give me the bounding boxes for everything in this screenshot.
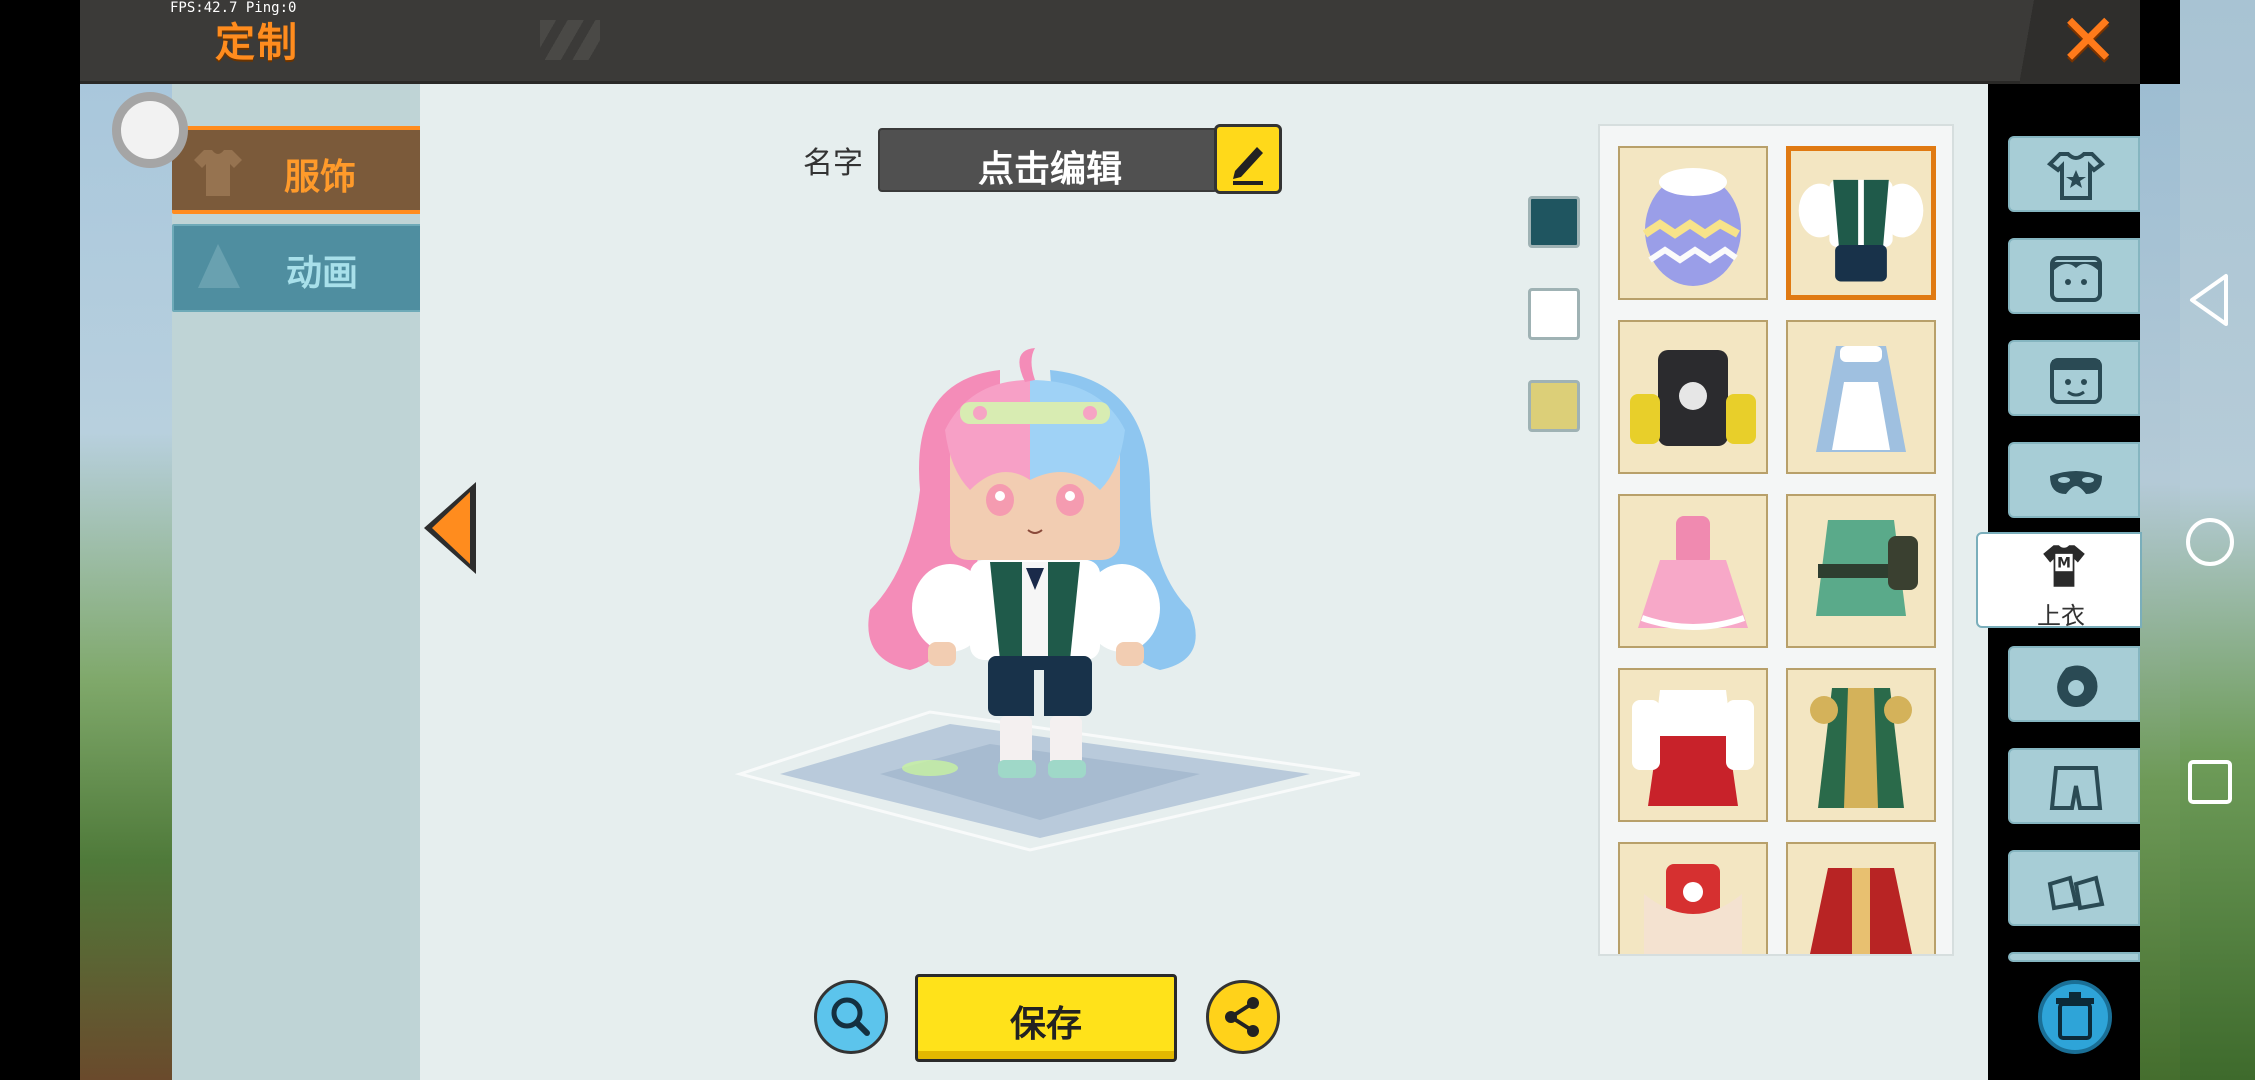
save-button[interactable]: 保存 bbox=[915, 974, 1177, 1062]
category-shoes[interactable] bbox=[2008, 850, 2140, 926]
face-icon bbox=[2050, 358, 2102, 404]
close-button[interactable]: ✕ bbox=[2020, 0, 2140, 84]
outfit-item[interactable] bbox=[1618, 494, 1768, 648]
category-pants[interactable] bbox=[2008, 748, 2140, 824]
character-preview[interactable] bbox=[850, 340, 1240, 790]
outfit-red-robe-icon bbox=[1810, 868, 1912, 954]
previous-arrow-icon[interactable] bbox=[420, 478, 480, 578]
tab-label: 动画 bbox=[286, 253, 359, 294]
system-navigation-bar bbox=[2180, 0, 2255, 1080]
outfit-green-vest-icon bbox=[1798, 179, 1924, 282]
back-icon[interactable] bbox=[2180, 270, 2240, 330]
outfit-item[interactable] bbox=[1786, 494, 1936, 648]
outfit-maid-dress-icon bbox=[1816, 346, 1906, 452]
edit-name-button[interactable] bbox=[1214, 124, 1282, 194]
share-button[interactable] bbox=[1206, 980, 1280, 1054]
game-world-backdrop-right bbox=[2140, 84, 2180, 1080]
gloves-icon bbox=[2057, 665, 2098, 707]
name-value: 点击编辑 bbox=[977, 149, 1122, 190]
category-label: 上衣 bbox=[2037, 602, 2085, 630]
category-onesie[interactable] bbox=[2008, 136, 2140, 212]
floating-menu-button[interactable] bbox=[112, 92, 188, 168]
category-more[interactable] bbox=[2008, 952, 2140, 962]
tab-label: 服饰 bbox=[284, 157, 357, 198]
outfit-royal-robe-icon bbox=[1810, 688, 1912, 808]
outfit-item[interactable] bbox=[1786, 842, 1936, 954]
category-mask[interactable] bbox=[2008, 442, 2140, 518]
outfit-grid bbox=[1598, 124, 1954, 956]
outfit-red-festive-icon bbox=[1644, 864, 1742, 954]
category-gloves[interactable] bbox=[2008, 646, 2140, 722]
trash-icon bbox=[2056, 992, 2094, 1040]
magnifier-icon bbox=[831, 997, 870, 1036]
home-icon[interactable] bbox=[2180, 512, 2240, 572]
pants-icon bbox=[2049, 766, 2103, 810]
delete-button[interactable] bbox=[2038, 980, 2112, 1054]
outfit-item[interactable] bbox=[1786, 668, 1936, 822]
shirt-icon: M bbox=[2043, 545, 2085, 587]
outfit-item[interactable] bbox=[1618, 842, 1768, 954]
animation-icon bbox=[198, 244, 240, 288]
shirt-icon bbox=[194, 150, 242, 196]
tab-clothing[interactable]: 服饰 bbox=[172, 126, 424, 214]
close-icon: ✕ bbox=[2058, 0, 2119, 82]
outfit-green-armor-icon bbox=[1816, 520, 1918, 616]
outfit-black-hoodie-icon bbox=[1630, 350, 1756, 446]
header-decoration bbox=[540, 20, 600, 60]
shoes-icon bbox=[2047, 875, 2105, 911]
fps-readout: FPS:42.7 Ping:0 bbox=[170, 0, 297, 16]
game-world-backdrop-left bbox=[80, 84, 175, 1080]
recents-icon[interactable] bbox=[2180, 752, 2240, 812]
color-swatch-white[interactable] bbox=[1528, 288, 1580, 340]
game-screen: 定制 FPS:42.7 Ping:0 ✕ 服饰 动画 名字 点击编辑 M 上衣 … bbox=[0, 0, 2255, 1080]
share-icon bbox=[1225, 997, 1259, 1037]
onesie-icon bbox=[2046, 152, 2106, 200]
svg-text:M: M bbox=[2057, 556, 2071, 572]
outfit-item[interactable] bbox=[1618, 146, 1768, 300]
name-field[interactable]: 点击编辑 bbox=[878, 128, 1218, 192]
name-label: 名字 bbox=[803, 146, 863, 181]
hair-face-icon bbox=[2050, 256, 2102, 302]
tab-animation[interactable]: 动画 bbox=[172, 224, 424, 312]
category-hair[interactable] bbox=[2008, 238, 2140, 314]
pencil-icon bbox=[1233, 147, 1263, 185]
outfit-item[interactable] bbox=[1618, 320, 1768, 474]
outfit-pink-dress-icon bbox=[1638, 516, 1748, 630]
header-bar: 定制 bbox=[80, 0, 2140, 84]
category-top[interactable]: M 上衣 bbox=[1976, 532, 2142, 630]
outfit-item[interactable] bbox=[1618, 668, 1768, 822]
category-face[interactable] bbox=[2008, 340, 2140, 416]
color-swatch-teal[interactable] bbox=[1528, 196, 1580, 248]
outfit-shrine-icon bbox=[1632, 690, 1754, 806]
save-label: 保存 bbox=[1009, 1004, 1082, 1045]
outfit-item[interactable] bbox=[1786, 320, 1936, 474]
outfit-easter-egg-icon bbox=[1642, 168, 1741, 286]
zoom-button[interactable] bbox=[814, 980, 888, 1054]
page-title: 定制 bbox=[215, 20, 299, 66]
mask-icon bbox=[2050, 471, 2102, 494]
outfit-item[interactable] bbox=[1786, 146, 1936, 300]
color-swatch-yellow[interactable] bbox=[1528, 380, 1580, 432]
